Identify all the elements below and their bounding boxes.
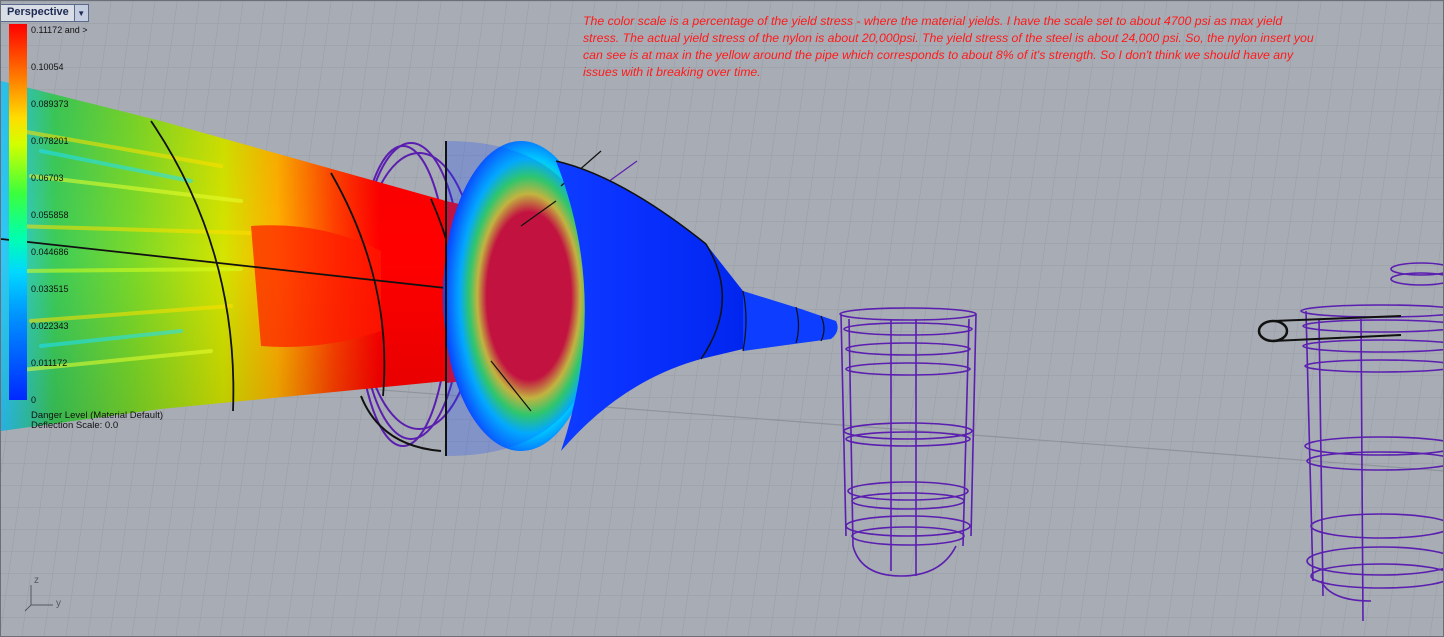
legend-tick: 0 <box>31 395 37 405</box>
legend-tick: 0.055858 <box>31 210 69 220</box>
legend-caption: Danger Level (Material Default) Deflecti… <box>31 411 163 431</box>
legend-tick: 0.11172 and > <box>31 25 88 35</box>
legend-tick: 0.078201 <box>31 136 69 146</box>
world-axes-icon: z y <box>21 571 71 621</box>
legend-tick: 0.06703 <box>31 173 64 183</box>
legend-tick: 0.033515 <box>31 284 69 294</box>
y-axis-label: y <box>56 598 61 609</box>
legend-tick: 0.089373 <box>31 99 69 109</box>
perspective-viewport[interactable]: Perspective ▼ 0.11172 and > 0.10054 0.08… <box>0 0 1444 637</box>
legend-tick: 0.044686 <box>31 247 69 257</box>
z-axis-label: z <box>34 575 39 586</box>
danger-level-legend: 0.11172 and > 0.10054 0.089373 0.078201 … <box>1 20 89 410</box>
color-scale-bar <box>9 24 27 400</box>
legend-tick: 0.022343 <box>31 321 69 331</box>
model-scene[interactable] <box>1 1 1444 637</box>
viewport-title[interactable]: Perspective <box>1 5 74 21</box>
legend-tick: 0.10054 <box>31 62 64 72</box>
chevron-down-icon[interactable]: ▼ <box>73 5 88 21</box>
deflection-scale: Deflection Scale: 0.0 <box>31 420 119 431</box>
legend-tick: 0.011172 <box>31 358 68 368</box>
annotation-note: The color scale is a percentage of the y… <box>583 14 1314 79</box>
